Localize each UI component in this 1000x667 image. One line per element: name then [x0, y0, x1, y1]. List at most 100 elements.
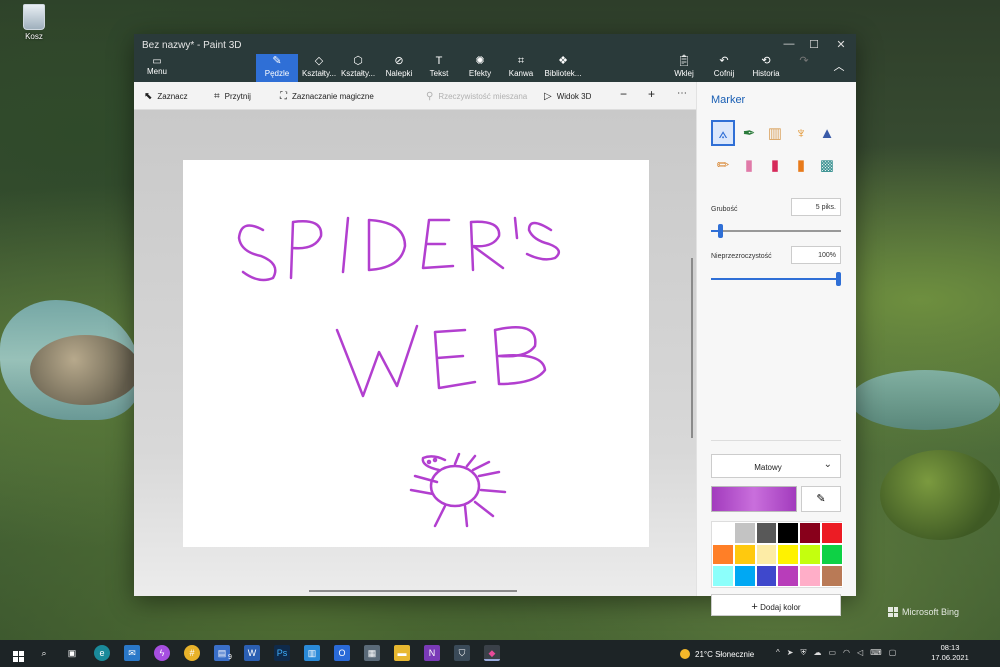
thickness-slider[interactable]	[711, 224, 841, 238]
palette-swatch[interactable]	[777, 543, 800, 565]
tool-3d-shapes[interactable]: ⬡ Kształty...	[337, 54, 379, 82]
weather-widget[interactable]: 21°C Słonecznie	[680, 649, 754, 659]
language-icon[interactable]: ⌨	[870, 648, 882, 658]
edge-button[interactable]: e	[94, 645, 110, 661]
fill-brush[interactable]: ▩	[815, 152, 839, 178]
opacity-slider[interactable]	[711, 272, 841, 286]
crayon-brush[interactable]: ▮	[763, 152, 787, 178]
menu-button[interactable]: ▭ Menu	[142, 56, 172, 76]
palette-swatch[interactable]	[755, 522, 778, 544]
volume-icon[interactable]: ◁	[857, 648, 863, 658]
paint3d-button[interactable]: ◆	[484, 645, 500, 661]
messenger-button[interactable]: ϟ	[154, 645, 170, 661]
palette-swatch[interactable]	[755, 565, 778, 587]
watercolor-brush[interactable]: ♆	[789, 120, 813, 146]
pixel-pen-brush[interactable]: ▲	[815, 120, 839, 146]
chevron-up-icon[interactable]: ^	[776, 648, 780, 658]
task-view-button[interactable]: ▣	[64, 645, 80, 661]
search-button[interactable]: ⌕	[36, 645, 52, 661]
palette-swatch[interactable]	[799, 565, 821, 587]
tool-label: Cofnij	[713, 69, 735, 78]
palette-swatch[interactable]	[733, 522, 756, 544]
spray-can-brush[interactable]: ▮	[789, 152, 813, 178]
store-button[interactable]: ⛉	[454, 645, 470, 661]
crop-button[interactable]: ⌗ Przytnij	[214, 91, 251, 102]
notification-icon[interactable]: ▢	[889, 648, 897, 658]
shield-icon[interactable]: ⛨	[800, 648, 806, 658]
zoom-out-button[interactable]: −	[620, 87, 627, 101]
oil-brush[interactable]: ▥	[763, 120, 787, 146]
letter-i	[341, 216, 350, 274]
thickness-slider-thumb[interactable]	[717, 224, 723, 238]
palette-swatch[interactable]	[799, 522, 821, 544]
magic-select-button[interactable]: ⛶ Zaznaczanie magiczne	[280, 91, 374, 102]
palette-swatch[interactable]	[777, 522, 800, 544]
undo-button[interactable]: ↶ Cofnij	[704, 54, 744, 82]
horizontal-scrollbar[interactable]	[309, 590, 517, 592]
zoom-in-button[interactable]: +	[648, 87, 655, 101]
collapse-ribbon-button[interactable]: ︿	[824, 54, 854, 82]
palette-swatch[interactable]	[712, 543, 734, 565]
palette-swatch[interactable]	[733, 543, 756, 565]
tool-text[interactable]: T Tekst	[418, 54, 460, 82]
palette-swatch[interactable]	[777, 565, 800, 587]
tool-canvas[interactable]: ⌗ Kanwa	[500, 54, 542, 82]
drawing-canvas[interactable]	[183, 160, 649, 547]
add-color-button[interactable]: + Dodaj kolor	[711, 594, 841, 616]
desktop-background-pond	[850, 370, 1000, 430]
telegram-icon[interactable]: ➤	[787, 648, 794, 658]
photoshop-button[interactable]: Ps	[274, 645, 290, 661]
redo-button[interactable]: ↷	[789, 54, 819, 82]
calculator-button[interactable]: ▦	[364, 645, 380, 661]
palette-swatch[interactable]	[820, 522, 843, 544]
tool-stickers[interactable]: ⊘ Nalepki	[378, 54, 420, 82]
minimize-button[interactable]: —	[779, 38, 799, 50]
wifi-icon[interactable]: ◠	[843, 648, 850, 658]
eyedropper-button[interactable]: ✎	[801, 486, 841, 512]
calligraphy-pen-brush[interactable]: ✒	[737, 120, 761, 146]
palette-swatch[interactable]	[755, 543, 778, 565]
clock[interactable]: 08:13 17.06.2021	[920, 643, 980, 663]
minus-icon: −	[620, 87, 628, 101]
tool-effects[interactable]: ✺ Efekty	[459, 54, 501, 82]
palette-swatch[interactable]	[799, 543, 821, 565]
tool-2d-shapes[interactable]: ◇ Kształty...	[298, 54, 340, 82]
thickness-input[interactable]: 5 piks.	[791, 198, 841, 216]
maximize-button[interactable]: ☐	[804, 38, 824, 51]
vertical-scrollbar[interactable]	[691, 258, 693, 438]
word-button[interactable]: W	[244, 645, 260, 661]
palette-swatch[interactable]	[820, 543, 843, 565]
tool-brushes[interactable]: ✎ Pędzle	[256, 54, 298, 82]
palette-swatch[interactable]	[712, 522, 734, 544]
palette-swatch[interactable]	[712, 565, 734, 587]
pencil-brush[interactable]: ✏	[711, 152, 735, 178]
tool-library[interactable]: ❖ Bibliotek...	[541, 54, 585, 82]
file-explorer-button[interactable]: ▬	[394, 645, 410, 661]
more-options-button[interactable]: ⋯	[677, 88, 687, 99]
opacity-slider-thumb[interactable]	[836, 272, 841, 286]
eraser-brush[interactable]: ▮	[737, 152, 761, 178]
outlook-button[interactable]: O	[334, 645, 350, 661]
recycle-bin[interactable]: Kosz	[14, 4, 54, 41]
cloud-icon[interactable]: ☁	[813, 648, 821, 658]
effects-icon: ✺	[475, 55, 485, 67]
marker-brush[interactable]: ⟑	[711, 120, 735, 146]
opacity-input[interactable]: 100%	[791, 246, 841, 264]
trello-button[interactable]: ▥	[304, 645, 320, 661]
palette-swatch[interactable]	[820, 565, 843, 587]
view-3d-button[interactable]: ▷ Widok 3D	[544, 91, 591, 102]
opacity-label: Nieprzezroczystość	[711, 253, 772, 260]
paste-button[interactable]: 📋︎ Wklej	[664, 54, 704, 82]
battery-icon[interactable]: ▭	[828, 648, 836, 658]
finish-dropdown[interactable]: Matowy ⌄	[711, 454, 841, 478]
onenote-button[interactable]: N	[424, 645, 440, 661]
slack-button[interactable]: #	[184, 645, 200, 661]
mixed-reality-button[interactable]: ⚲ Rzeczywistość mieszana	[426, 91, 527, 102]
start-button[interactable]	[10, 645, 26, 662]
current-color-swatch[interactable]	[711, 486, 797, 512]
close-button[interactable]: ✕	[831, 38, 851, 51]
history-button[interactable]: ⟲ Historia	[746, 54, 786, 82]
palette-swatch[interactable]	[733, 565, 756, 587]
select-button[interactable]: ⬉ Zaznacz	[144, 91, 188, 102]
mail-button[interactable]: ✉	[124, 645, 140, 661]
